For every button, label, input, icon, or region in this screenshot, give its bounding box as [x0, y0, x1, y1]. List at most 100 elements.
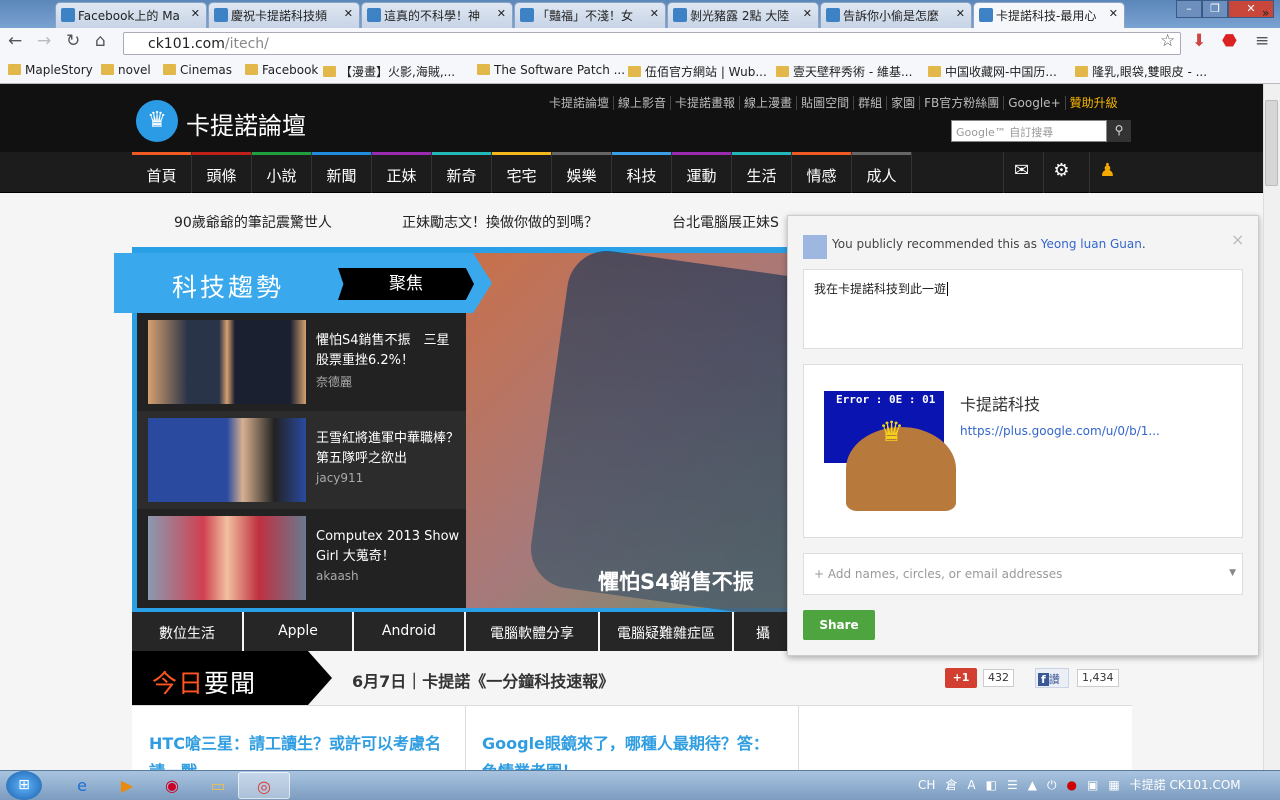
crown-logo-icon[interactable]: ♛	[136, 100, 178, 142]
top-link[interactable]: 貼圖空間	[797, 96, 855, 110]
nav-item[interactable]: 首頁	[132, 152, 192, 193]
browser-tab[interactable]: 慶祝卡提諾科技頻 ✕	[208, 2, 360, 28]
feature-list-item[interactable]: 王雪紅將進軍中華職棒？第五隊呼之欲出 jacy911	[137, 411, 466, 509]
bookmark-item[interactable]: 伍佰官方網站 | Wub...	[628, 63, 767, 80]
feature-list-item[interactable]: Computex 2013 Show Girl 大蒐奇！ akaash	[137, 509, 466, 607]
scrollbar-thumb[interactable]	[1265, 100, 1278, 186]
fb-like-button[interactable]: f讚	[1035, 668, 1069, 688]
user-name-link[interactable]: Yeong luan Guan	[1041, 237, 1142, 251]
tray-icon[interactable]: ☰	[1007, 778, 1018, 792]
top-link[interactable]: 線上影音	[614, 96, 672, 110]
top-link[interactable]: FB官方粉絲團	[920, 96, 1005, 110]
explorer-icon[interactable]: ▭	[192, 772, 244, 799]
bookmark-item[interactable]: Facebook	[245, 63, 318, 77]
menu-icon[interactable]: ≡	[1255, 31, 1269, 51]
nav-item[interactable]: 科技	[612, 152, 672, 193]
card-link[interactable]: https://plus.google.com/u/0/b/1...	[960, 424, 1160, 438]
reload-icon[interactable]: ↻	[66, 31, 80, 51]
show-hidden-icon[interactable]: ▲	[1028, 778, 1037, 792]
nav-item[interactable]: 頭條	[192, 152, 252, 193]
gear-icon[interactable]: ⚙	[1043, 152, 1079, 193]
bookmark-item[interactable]: novel	[101, 63, 151, 77]
close-tab-icon[interactable]: ✕	[956, 7, 965, 20]
nav-item[interactable]: 成人	[852, 152, 912, 193]
browser-tab[interactable]: 告訴你小偷是怎麼 ✕	[820, 2, 972, 28]
close-tab-icon[interactable]: ✕	[497, 7, 506, 20]
bookmarks-more[interactable]: »	[1262, 6, 1269, 20]
bookmark-item[interactable]: 隆乳,眼袋,雙眼皮 - ...	[1075, 63, 1207, 80]
nav-item[interactable]: 運動	[672, 152, 732, 193]
nav-item[interactable]: 小說	[252, 152, 312, 193]
close-tab-icon[interactable]: ✕	[803, 7, 812, 20]
article-link[interactable]: HTC嗆三星：請工讀生？或許可以考慮名請一戰	[149, 730, 449, 770]
gplus-button[interactable]: +1	[945, 668, 977, 688]
top-link[interactable]: 家園	[887, 96, 921, 110]
chrome-icon[interactable]: ◎	[238, 772, 290, 799]
sponsor-link[interactable]: 贊助升級	[1066, 96, 1122, 110]
bookmark-item[interactable]: The Software Patch ...	[477, 63, 625, 77]
share-message-input[interactable]: 我在卡提諾科技到此一遊	[803, 269, 1243, 349]
ticker-item[interactable]: 正妹勵志文！換做你做的到嗎？	[402, 212, 598, 232]
star-icon[interactable]: ☆	[1160, 31, 1175, 51]
today-headline[interactable]: 6月7日｜卡提諾《一分鐘科技速報》	[352, 668, 614, 692]
browser-tab[interactable]: 這真的不科學！神 ✕	[361, 2, 513, 28]
search-icon[interactable]: ⚲	[1107, 120, 1131, 142]
network-icon[interactable]: ▦	[1108, 778, 1119, 792]
nav-item[interactable]: 生活	[732, 152, 792, 193]
bookmark-item[interactable]: MapleStory	[8, 63, 93, 77]
nav-item[interactable]: 正妹	[372, 152, 432, 193]
ticker-item[interactable]: 90歲爺爺的筆記震驚世人	[174, 212, 332, 232]
search-input[interactable]: Google™ 自訂搜尋	[951, 120, 1107, 142]
category-tab[interactable]: 數位生活	[132, 612, 244, 651]
forward-icon[interactable]: →	[37, 31, 51, 51]
top-link[interactable]: 群組	[854, 96, 888, 110]
site-logo-text[interactable]: 卡提諾論壇	[186, 106, 306, 141]
windows-start-icon[interactable]: ⊞	[6, 771, 42, 800]
hero-caption[interactable]: 懼怕S4銷售不振	[598, 566, 754, 596]
feature-list-item[interactable]: 懼怕S4銷售不振 三星股票重挫6.2%！ 奈德麗	[137, 313, 466, 411]
font-icon[interactable]: A	[967, 778, 975, 792]
bookmark-item[interactable]: 壹天壁秤秀術 - 維基...	[776, 63, 912, 80]
close-tab-icon[interactable]: ✕	[1109, 7, 1118, 20]
category-tab[interactable]: Apple	[244, 612, 354, 651]
close-icon[interactable]: ×	[1231, 230, 1244, 249]
tray-icon[interactable]: ●	[1066, 778, 1076, 792]
tray-icon[interactable]: ◧	[986, 778, 997, 792]
app-icon[interactable]: ◉	[146, 772, 198, 799]
bookmark-item[interactable]: 中国收藏网-中国历...	[928, 63, 1057, 80]
browser-tab[interactable]: Facebook上的 Ma ✕	[55, 2, 207, 28]
top-link[interactable]: Google+	[1004, 96, 1066, 110]
browser-tab[interactable]: 卡提諾科技-最用心 ✕	[973, 2, 1125, 28]
nav-item[interactable]: 宅宅	[492, 152, 552, 193]
minimize-button[interactable]: –	[1176, 0, 1202, 18]
mail-icon[interactable]: ✉	[1003, 152, 1039, 193]
category-tab[interactable]: Android	[354, 612, 466, 651]
top-link[interactable]: 卡提諾論壇	[545, 96, 615, 110]
nav-item[interactable]: 新聞	[312, 152, 372, 193]
back-icon[interactable]: ←	[8, 31, 22, 51]
language-indicator[interactable]: CH	[918, 778, 935, 792]
article-link[interactable]: Google眼鏡來了，哪種人最期待？答：色情業者園！	[482, 730, 782, 770]
top-link[interactable]: 線上漫畫	[740, 96, 798, 110]
nav-item[interactable]: 娛樂	[552, 152, 612, 193]
maximize-button[interactable]: ❐	[1202, 0, 1228, 18]
category-tab[interactable]: 電腦疑難雜症區	[600, 612, 734, 651]
bookmark-item[interactable]: Cinemas	[163, 63, 232, 77]
address-bar[interactable]: ck101.com/itech/	[123, 32, 1181, 55]
nav-item[interactable]: 情感	[792, 152, 852, 193]
category-tab[interactable]: 電腦軟體分享	[466, 612, 600, 651]
bookmark-item[interactable]: 【漫畫】火影,海賊,...	[323, 63, 455, 80]
top-link[interactable]: 卡提諾畫報	[671, 96, 741, 110]
user-icon[interactable]: ♟	[1089, 152, 1125, 193]
scrollbar[interactable]	[1263, 84, 1280, 770]
close-tab-icon[interactable]: ✕	[191, 7, 200, 20]
share-button[interactable]: Share	[803, 610, 875, 640]
download-icon[interactable]: ⬇	[1192, 31, 1206, 51]
home-icon[interactable]: ⌂	[95, 31, 106, 51]
nav-item[interactable]: 新奇	[432, 152, 492, 193]
ticker-item[interactable]: 台北電腦展正妹S	[672, 212, 779, 232]
close-tab-icon[interactable]: ✕	[650, 7, 659, 20]
chevron-down-icon[interactable]: ▼	[1229, 568, 1236, 578]
ime-icon[interactable]: 倉	[945, 778, 957, 792]
adblock-icon[interactable]: ⬣	[1222, 31, 1237, 51]
